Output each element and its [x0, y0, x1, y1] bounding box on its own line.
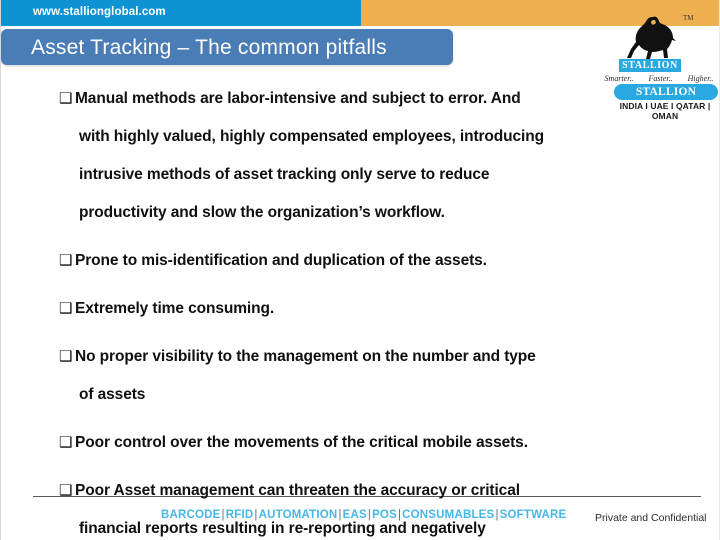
bullet-line: ❑ Extremely time consuming.	[59, 290, 659, 328]
slide-title-bar: Asset Tracking – The common pitfalls	[1, 29, 453, 65]
bullet-line: with highly valued, highly compensated e…	[79, 128, 545, 145]
square-bullet-icon: ❑	[59, 252, 73, 269]
page-title: Asset Tracking – The common pitfalls	[31, 36, 387, 59]
square-bullet-icon: ❑	[59, 90, 73, 107]
group-banner: STALLION GROUP	[614, 84, 718, 114]
bullet-line: ❑ Manual methods are labor-intensive and …	[59, 80, 659, 118]
bullet-line: ❑ Poor control over the movements of the …	[59, 424, 659, 462]
list-item: ❑ Poor Asset management can threaten the …	[59, 472, 659, 540]
trademark-symbol: TM	[683, 14, 694, 22]
list-item: ❑ Prone to mis-identification and duplica…	[59, 242, 659, 280]
list-item: ❑ Extremely time consuming.	[59, 290, 659, 328]
bullet-line: of assets	[79, 386, 146, 403]
list-item: ❑ Manual methods are labor-intensive and …	[59, 80, 659, 232]
bullet-text: Prone to mis-identification and duplicat…	[75, 252, 487, 269]
bullet-text: Poor control over the movements of the c…	[75, 434, 528, 451]
website-url[interactable]: www.stallionglobal.com	[33, 6, 166, 18]
bullet-line: ❑ No proper visibility to the management …	[59, 338, 659, 376]
logo-tagline-word-3: Higher..	[687, 74, 714, 83]
horse-icon	[627, 16, 676, 59]
group-countries: INDIA I UAE I QATAR | OMAN	[619, 101, 711, 121]
bullet-list: ❑ Manual methods are labor-intensive and …	[59, 80, 659, 540]
square-bullet-icon: ❑	[59, 348, 73, 365]
bullet-text: No proper visibility to the management o…	[75, 348, 536, 365]
bullet-text: Extremely time consuming.	[75, 300, 275, 317]
square-bullet-icon: ❑	[59, 300, 73, 317]
bullet-text: Manual methods are labor-intensive and s…	[75, 90, 521, 107]
bullet-line: intrusive methods of asset tracking only…	[79, 166, 490, 183]
logo-brand-badge: STALLION	[619, 59, 681, 72]
square-bullet-icon: ❑	[59, 482, 73, 499]
square-bullet-icon: ❑	[59, 434, 73, 451]
bullet-line: productivity and slow the organization’s…	[79, 204, 445, 221]
list-item: ❑ Poor control over the movements of the …	[59, 424, 659, 462]
bullet-line: ❑ Prone to mis-identification and duplica…	[59, 242, 659, 280]
slide-canvas: www.stallionglobal.com Asset Tracking – …	[0, 0, 720, 540]
list-item: ❑ No proper visibility to the management …	[59, 338, 659, 414]
bullet-line: ❑ Poor Asset management can threaten the …	[59, 472, 659, 510]
bullet-text: Poor Asset management can threaten the a…	[75, 482, 520, 499]
bullet-line: financial reports resulting in re-report…	[79, 520, 486, 537]
